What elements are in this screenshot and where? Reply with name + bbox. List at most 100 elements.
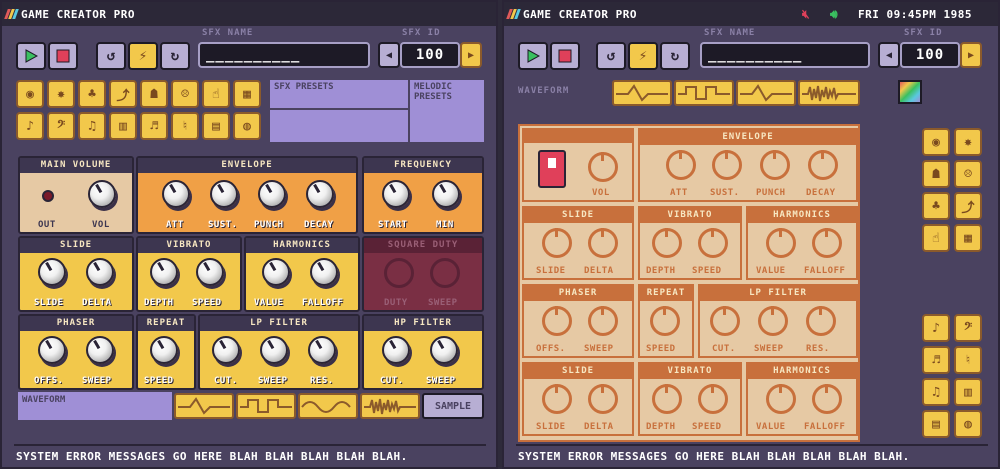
redo-button[interactable]: ↻ [660, 42, 690, 70]
random-button[interactable]: ⚡ [628, 42, 658, 70]
next-id-button[interactable]: ▶ [960, 42, 982, 68]
harmonics-value-knob[interactable] [766, 228, 796, 258]
random-button[interactable]: ⚡ [128, 42, 158, 70]
decay-knob[interactable] [808, 150, 838, 180]
preset-piano-button[interactable]: ▥ [109, 112, 137, 140]
wave-square-button[interactable] [236, 393, 296, 419]
phaser-offset-knob[interactable] [38, 336, 66, 364]
color-palette-button[interactable] [898, 80, 922, 104]
preset-organ-button[interactable]: ▤ [202, 112, 230, 140]
start-frequency-knob[interactable] [382, 180, 410, 208]
preset-laser-button[interactable]: ☗ [140, 80, 168, 108]
harmonics-value-knob[interactable] [262, 258, 290, 286]
volume-icon[interactable]: 🔊︎ [830, 7, 838, 22]
wave-sawtooth-button[interactable] [174, 393, 234, 419]
sweep-knob-disabled[interactable] [430, 258, 460, 288]
phaser-sweep-knob[interactable] [86, 336, 114, 364]
lp-resonance-knob[interactable] [308, 336, 336, 364]
preset-jump-button[interactable]: ⤴ [109, 80, 137, 108]
preset-blip-button[interactable]: ▦ [233, 80, 261, 108]
preset-notes-button[interactable]: ♬ [140, 112, 168, 140]
play-button[interactable] [16, 42, 46, 70]
sfx-id-field[interactable]: 100 [900, 42, 960, 68]
preset-coin-button[interactable]: ◉ [922, 128, 950, 156]
volume-knob[interactable] [588, 152, 618, 182]
punch-knob[interactable] [258, 180, 286, 208]
preset-drum-button[interactable]: ◍ [233, 112, 261, 140]
lp-sweep-knob[interactable] [758, 306, 788, 336]
preset-click-button[interactable]: ☝ [922, 224, 950, 252]
harmonics-falloff-knob[interactable] [310, 258, 338, 286]
melodic-presets-box[interactable]: MELODIC PRESETS [410, 80, 484, 142]
hp-cutoff-knob[interactable] [382, 336, 410, 364]
punch-knob[interactable] [760, 150, 790, 180]
preset-trumpet-button[interactable]: ♮ [171, 112, 199, 140]
preset-powerup-button[interactable]: ♣ [78, 80, 106, 108]
sample-button[interactable]: SAMPLE [422, 393, 484, 419]
wave-square-button[interactable] [674, 80, 734, 106]
delta-knob[interactable] [588, 228, 618, 258]
undo-button[interactable]: ↺ [596, 42, 626, 70]
play-button[interactable] [518, 42, 548, 70]
stop-button[interactable] [48, 42, 78, 70]
vibrato-depth-knob[interactable] [150, 258, 178, 286]
redo-button[interactable]: ↻ [160, 42, 190, 70]
slide-knob[interactable] [542, 384, 572, 414]
power-switch[interactable] [538, 150, 566, 188]
main-volume-knob[interactable] [88, 180, 116, 208]
prev-id-button[interactable]: ◀ [378, 42, 400, 68]
harmonics-falloff-knob[interactable] [812, 384, 842, 414]
min-frequency-knob[interactable] [432, 180, 460, 208]
decay-knob[interactable] [306, 180, 334, 208]
preset-bass-button[interactable]: 𝄢 [954, 314, 982, 342]
preset-music-note-button[interactable]: ♪ [922, 314, 950, 342]
phaser-sweep-knob[interactable] [588, 306, 618, 336]
preset-click-button[interactable]: ☝ [202, 80, 230, 108]
slide-knob[interactable] [38, 258, 66, 286]
attack-knob[interactable] [162, 180, 190, 208]
wave-noise-button[interactable] [798, 80, 860, 106]
delta-knob[interactable] [588, 384, 618, 414]
preset-jump-button[interactable]: ⤴ [954, 192, 982, 220]
preset-music-note-button[interactable]: ♪ [16, 112, 44, 140]
prev-id-button[interactable]: ◀ [878, 42, 900, 68]
vibrato-speed-knob[interactable] [698, 228, 728, 258]
preset-trumpet-button[interactable]: ♮ [954, 346, 982, 374]
preset-laser-button[interactable]: ☗ [922, 160, 950, 188]
repeat-speed-knob[interactable] [150, 336, 178, 364]
preset-explosion-button[interactable]: ✸ [954, 128, 982, 156]
repeat-speed-knob[interactable] [650, 306, 680, 336]
sustain-knob[interactable] [210, 180, 238, 208]
sfx-name-field[interactable]: __________ [700, 42, 870, 68]
slide-knob[interactable] [542, 228, 572, 258]
duty-knob[interactable] [384, 258, 414, 288]
preset-hit-button[interactable]: ☹ [171, 80, 199, 108]
preset-guitar-button[interactable]: ♫ [78, 112, 106, 140]
preset-explosion-button[interactable]: ✸ [47, 80, 75, 108]
mute-icon[interactable]: 🔇︎ [802, 7, 810, 22]
preset-bass-button[interactable]: 𝄢 [47, 112, 75, 140]
vibrato-depth-knob[interactable] [652, 384, 682, 414]
wave-noise-button[interactable] [360, 393, 420, 419]
next-id-button[interactable]: ▶ [460, 42, 482, 68]
phaser-offset-knob[interactable] [542, 306, 572, 336]
delta-knob[interactable] [86, 258, 114, 286]
lp-cutoff-knob[interactable] [710, 306, 740, 336]
wave-sine-button[interactable] [298, 393, 358, 419]
preset-organ-button[interactable]: ▤ [922, 410, 950, 438]
vibrato-speed-knob[interactable] [698, 384, 728, 414]
vibrato-speed-knob[interactable] [196, 258, 224, 286]
sfx-name-field[interactable]: __________ [198, 42, 370, 68]
sfx-id-field[interactable]: 100 [400, 42, 460, 68]
sfx-presets-box[interactable]: SFX PRESETS [270, 80, 408, 108]
preset-drum-button[interactable]: ◍ [954, 410, 982, 438]
lp-cutoff-knob[interactable] [212, 336, 240, 364]
stop-button[interactable] [550, 42, 580, 70]
preset-coin-button[interactable]: ◉ [16, 80, 44, 108]
preset-list-area[interactable] [270, 110, 408, 142]
harmonics-value-knob[interactable] [766, 384, 796, 414]
preset-hit-button[interactable]: ☹ [954, 160, 982, 188]
harmonics-falloff-knob[interactable] [812, 228, 842, 258]
wave-sawtooth-button[interactable] [612, 80, 672, 106]
preset-blip-button[interactable]: ▦ [954, 224, 982, 252]
